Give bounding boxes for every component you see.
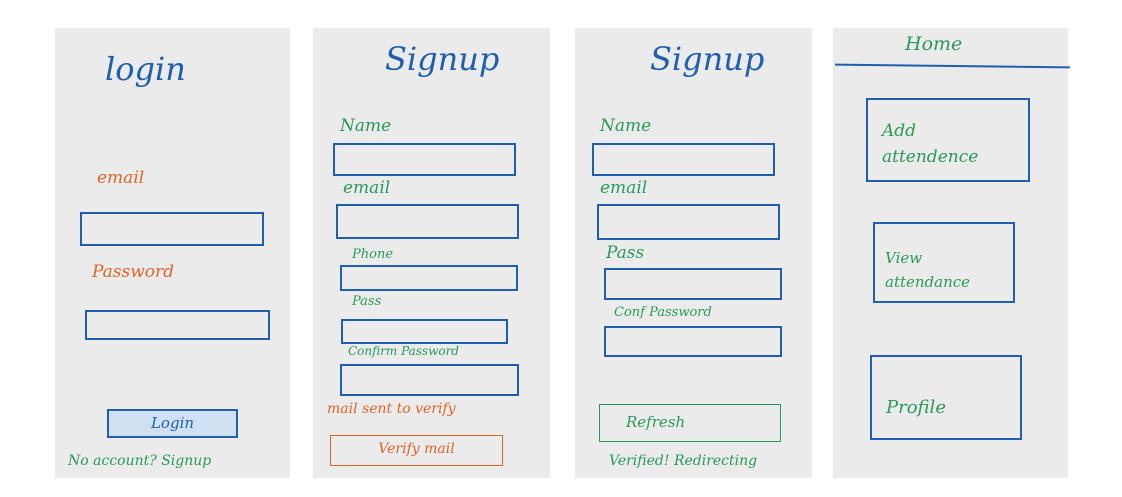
login-title: login	[105, 50, 186, 88]
mail-sent-status: mail sent to verify	[327, 401, 456, 417]
email-label: email	[343, 178, 391, 198]
add-attendance-card[interactable]: Add attendence	[866, 98, 1030, 182]
name-field[interactable]	[333, 143, 516, 176]
home-title: Home	[905, 33, 963, 55]
profile-label: Profile	[886, 397, 946, 418]
confirm-password-label: Confirm Password	[348, 344, 459, 358]
verified-status: Verified! Redirecting	[609, 453, 758, 469]
email-label: email	[600, 178, 648, 198]
verify-mail-button[interactable]: Verify mail	[330, 435, 503, 466]
pass-field[interactable]	[341, 319, 508, 344]
name-label: Name	[340, 116, 392, 136]
pass-label: Pass	[352, 294, 382, 309]
confirm-password-field[interactable]	[604, 326, 782, 357]
password-label: Password	[92, 262, 175, 282]
confirm-password-field[interactable]	[340, 364, 519, 396]
refresh-label: Refresh	[626, 413, 686, 431]
name-field[interactable]	[592, 143, 775, 176]
phone-label: Phone	[352, 247, 394, 262]
phone-field[interactable]	[340, 265, 518, 291]
signup-title: Signup	[385, 40, 500, 78]
signup-title: Signup	[650, 40, 765, 78]
name-label: Name	[600, 116, 652, 136]
email-field[interactable]	[80, 212, 264, 246]
password-field[interactable]	[85, 310, 270, 340]
login-button[interactable]: Login	[107, 409, 238, 438]
refresh-button[interactable]: Refresh	[599, 404, 781, 442]
add-attendance-label: Add attendence	[882, 121, 979, 167]
email-field[interactable]	[597, 204, 780, 240]
signup-link[interactable]: No account? Signup	[68, 453, 211, 469]
pass-label: Pass	[606, 243, 645, 263]
confirm-password-label: Conf Password	[614, 305, 712, 320]
email-label: email	[97, 168, 145, 188]
login-button-label: Login	[150, 414, 195, 432]
verify-mail-label: Verify mail	[378, 441, 455, 457]
view-attendance-label: View attendance	[885, 249, 971, 291]
profile-card[interactable]: Profile	[870, 355, 1022, 440]
pass-field[interactable]	[604, 268, 782, 300]
email-field[interactable]	[336, 204, 519, 239]
view-attendance-card[interactable]: View attendance	[873, 222, 1015, 303]
